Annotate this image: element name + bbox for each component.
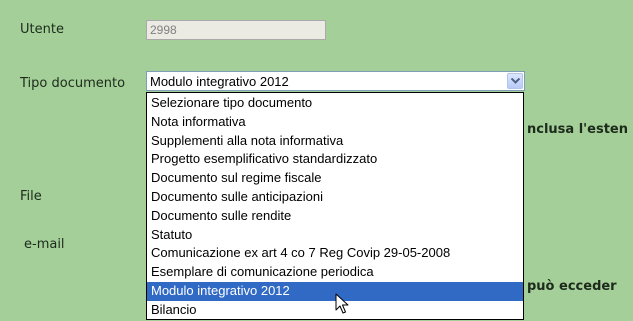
- estensione-note-fragment: nclusa l'esten: [527, 122, 628, 137]
- option-nota-informativa[interactable]: Nota informativa: [147, 113, 523, 132]
- option-documento-anticipazioni[interactable]: Documento sulle anticipazioni: [147, 188, 523, 207]
- tipo-documento-label: Tipo documento: [20, 76, 126, 91]
- file-label: File: [20, 189, 42, 204]
- utente-label: Utente: [20, 22, 64, 37]
- option-selezionare-tipo-documento[interactable]: Selezionare tipo documento: [147, 94, 523, 113]
- option-documento-regime-fiscale[interactable]: Documento sul regime fiscale: [147, 169, 523, 188]
- option-esemplare-comunicazione[interactable]: Esemplare di comunicazione periodica: [147, 263, 523, 282]
- option-comunicazione-covip[interactable]: Comunicazione ex art 4 co 7 Reg Covip 29…: [147, 244, 523, 263]
- tipo-documento-options-list[interactable]: Selezionare tipo documento Nota informat…: [146, 92, 524, 320]
- option-progetto-esemplificativo[interactable]: Progetto esemplificativo standardizzato: [147, 150, 523, 169]
- select-current-value: Modulo integrativo 2012: [150, 74, 289, 89]
- eccedere-note-fragment: può ecceder: [527, 279, 617, 294]
- option-supplementi-nota-informativa[interactable]: Supplementi alla nota informativa: [147, 132, 523, 151]
- mouse-pointer-icon: [335, 293, 349, 319]
- utente-field[interactable]: [146, 20, 326, 40]
- chevron-down-icon[interactable]: [507, 73, 523, 89]
- email-label: e-mail: [24, 237, 65, 252]
- option-documento-rendite[interactable]: Documento sulle rendite: [147, 207, 523, 226]
- tipo-documento-select[interactable]: Modulo integrativo 2012: [146, 71, 525, 91]
- option-statuto[interactable]: Statuto: [147, 226, 523, 245]
